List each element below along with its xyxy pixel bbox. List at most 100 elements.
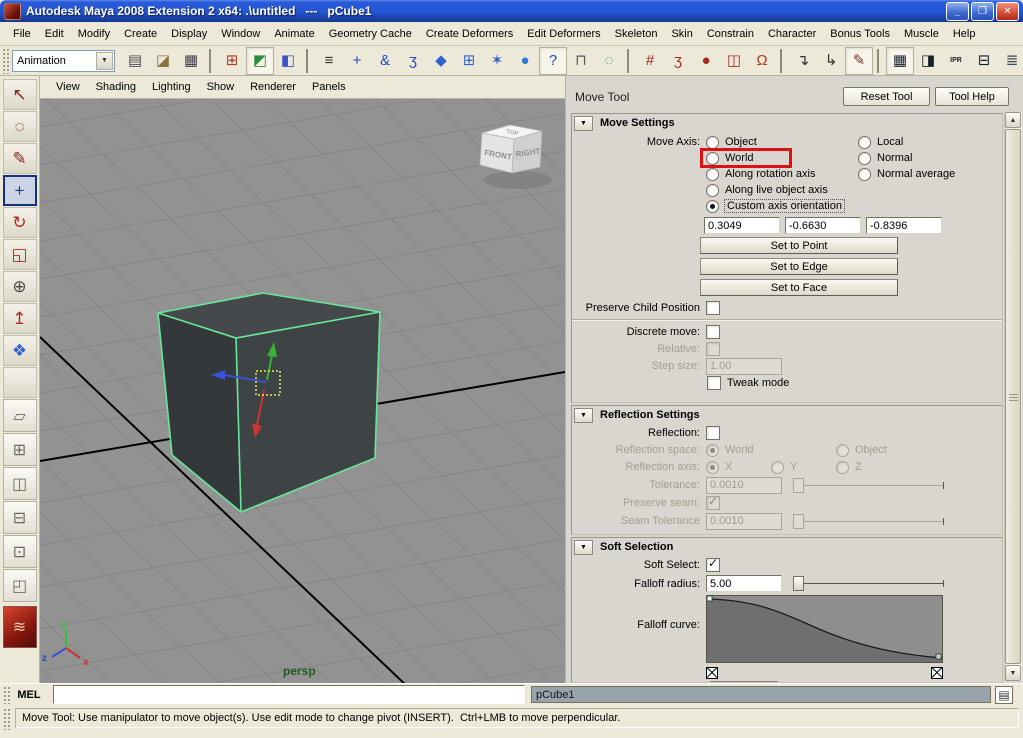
reflection-checkbox[interactable] <box>706 426 720 440</box>
render-view-icon[interactable]: ▦ <box>886 47 914 75</box>
menu-constrain[interactable]: Constrain <box>700 25 761 43</box>
snap-to-curves-icon[interactable]: ʒ <box>664 47 692 75</box>
falloff-radius-slider[interactable] <box>793 576 944 591</box>
close-button[interactable]: ✕ <box>996 2 1019 21</box>
collapse-soft-selection-button[interactable]: ▼ <box>574 540 593 555</box>
custom-axis-value-0[interactable] <box>704 217 780 234</box>
falloff-curve-graph[interactable] <box>706 595 943 663</box>
menu-display[interactable]: Display <box>164 25 214 43</box>
select-object-icon[interactable]: ◩ <box>246 47 274 75</box>
persp-graph-layout[interactable]: ⊟ <box>3 501 37 534</box>
menu-character[interactable]: Character <box>761 25 823 43</box>
command-line-grip[interactable] <box>3 686 10 704</box>
move-axis-normal-radio[interactable]: Normal <box>858 150 955 166</box>
tweak-mode-checkbox[interactable] <box>707 376 721 390</box>
viewport-canvas[interactable]: FRONT RIGHT TOP y z x persp <box>40 99 565 683</box>
viewport-menu-lighting[interactable]: Lighting <box>144 79 199 95</box>
restore-button[interactable]: ❐ <box>971 2 994 21</box>
select-hierarchy-icon[interactable]: ⊞ <box>218 47 246 75</box>
single-pane-layout[interactable]: ▱ <box>3 399 37 432</box>
viewport-menu-panels[interactable]: Panels <box>304 79 354 95</box>
maya-logo[interactable]: ≋ <box>3 606 37 648</box>
script-editor-icon[interactable]: ▤ <box>995 686 1013 704</box>
scale-tool[interactable]: ◱ <box>3 239 37 270</box>
paint-select-tool[interactable]: ✎ <box>3 143 37 174</box>
save-scene-icon[interactable]: ▦ <box>177 47 205 75</box>
discrete-move-checkbox[interactable] <box>706 325 720 339</box>
menu-modify[interactable]: Modify <box>71 25 117 43</box>
scroll-down-button[interactable]: ▼ <box>1005 665 1021 681</box>
set-to-face-button[interactable]: Set to Face <box>700 279 898 296</box>
menu-geometry-cache[interactable]: Geometry Cache <box>322 25 419 43</box>
help-line-grip[interactable] <box>3 708 11 730</box>
menu-set-selector[interactable]: Animation ▼ <box>12 50 115 72</box>
snap-to-view-planes-icon[interactable]: ◫ <box>720 47 748 75</box>
snap-to-grids-icon[interactable]: # <box>636 47 664 75</box>
mel-command-input[interactable] <box>53 685 525 704</box>
selection-mask-expand-icon[interactable]: ≡ <box>315 47 343 75</box>
rotate-tool[interactable]: ↻ <box>3 207 37 238</box>
collapse-move-settings-button[interactable]: ▼ <box>574 116 593 131</box>
highlight-selection-icon[interactable]: ◌ <box>595 47 623 75</box>
viewport-menu-show[interactable]: Show <box>199 79 243 95</box>
set-to-point-button[interactable]: Set to Point <box>700 237 898 254</box>
render-current-frame-icon[interactable]: ◨ <box>914 47 942 75</box>
new-scene-icon[interactable]: ▤ <box>121 47 149 75</box>
custom-axis-value-1[interactable] <box>785 217 861 234</box>
menu-skeleton[interactable]: Skeleton <box>608 25 665 43</box>
universal-manipulator-tool[interactable]: ⊕ <box>3 271 37 302</box>
snap-to-points-icon[interactable]: ● <box>692 47 720 75</box>
perspective-view[interactable]: FRONT RIGHT TOP y z x persp <box>40 99 565 683</box>
custom-axis-value-2[interactable] <box>866 217 942 234</box>
mel-label[interactable]: MEL <box>13 689 45 701</box>
mask-rendering-icon[interactable]: ● <box>511 47 539 75</box>
mask-miscellaneous-icon[interactable]: ? <box>539 47 567 75</box>
menu-skin[interactable]: Skin <box>664 25 699 43</box>
output-connections-icon[interactable]: ↳ <box>817 47 845 75</box>
title-bar[interactable]: Autodesk Maya 2008 Extension 2 x64: .\un… <box>0 0 1023 22</box>
panel-scrollbar[interactable]: ▲ ▼ <box>1004 112 1022 681</box>
persp-hypershade-layout[interactable]: ◰ <box>3 569 37 602</box>
menu-window[interactable]: Window <box>214 25 267 43</box>
preserve-child-checkbox[interactable] <box>706 301 720 315</box>
select-component-icon[interactable]: ◧ <box>274 47 302 75</box>
menu-edit-deformers[interactable]: Edit Deformers <box>520 25 607 43</box>
mask-surfaces-icon[interactable]: ◆ <box>427 47 455 75</box>
viewport-menu-view[interactable]: View <box>48 79 88 95</box>
menu-create-deformers[interactable]: Create Deformers <box>419 25 520 43</box>
mask-curves-icon[interactable]: ʒ <box>399 47 427 75</box>
mask-dynamics-icon[interactable]: ✶ <box>483 47 511 75</box>
hypergraph-persp-layout[interactable]: ⊡ <box>3 535 37 568</box>
menu-file[interactable]: File <box>6 25 38 43</box>
input-connections-icon[interactable]: ↴ <box>789 47 817 75</box>
scrollbar-thumb[interactable] <box>1005 129 1021 664</box>
menu-animate[interactable]: Animate <box>267 25 321 43</box>
move-axis-local-radio[interactable]: Local <box>858 134 955 150</box>
lock-icon[interactable]: ⊓ <box>567 47 595 75</box>
mask-points-icon[interactable]: + <box>343 47 371 75</box>
construction-history-icon[interactable]: ✎ <box>845 47 873 75</box>
mel-result-field[interactable]: pCube1 <box>531 686 991 703</box>
move-axis-along-rotation-axis-radio[interactable]: Along rotation axis <box>706 166 858 182</box>
render-settings-icon[interactable]: ⊟ <box>970 47 998 75</box>
falloff-radius-field[interactable] <box>706 575 782 592</box>
four-pane-layout[interactable]: ⊞ <box>3 433 37 466</box>
select-tool[interactable]: ↖ <box>3 79 37 110</box>
show-manipulator-tool[interactable]: ❖ <box>3 335 37 366</box>
ipr-render-icon[interactable]: IPR <box>942 47 970 75</box>
menu-help[interactable]: Help <box>946 25 983 43</box>
mask-deformations-icon[interactable]: ⊞ <box>455 47 483 75</box>
curve-key-start-handle[interactable] <box>706 667 718 679</box>
curve-key-end-handle[interactable] <box>931 667 943 679</box>
move-axis-normal-average-radio[interactable]: Normal average <box>858 166 955 182</box>
last-tool[interactable] <box>3 367 37 398</box>
toolbar-grip[interactable] <box>2 48 9 74</box>
move-axis-custom-axis-orientation-radio[interactable]: Custom axis orientation <box>706 198 858 214</box>
move-axis-world-radio[interactable]: World <box>706 150 858 166</box>
set-to-edge-button[interactable]: Set to Edge <box>700 258 898 275</box>
tool-help-button[interactable]: Tool Help <box>935 87 1009 106</box>
lasso-select-tool[interactable]: ◌ <box>3 111 37 142</box>
menu-bonus-tools[interactable]: Bonus Tools <box>823 25 897 43</box>
make-live-icon[interactable]: Ω <box>748 47 776 75</box>
scroll-up-button[interactable]: ▲ <box>1005 112 1021 128</box>
